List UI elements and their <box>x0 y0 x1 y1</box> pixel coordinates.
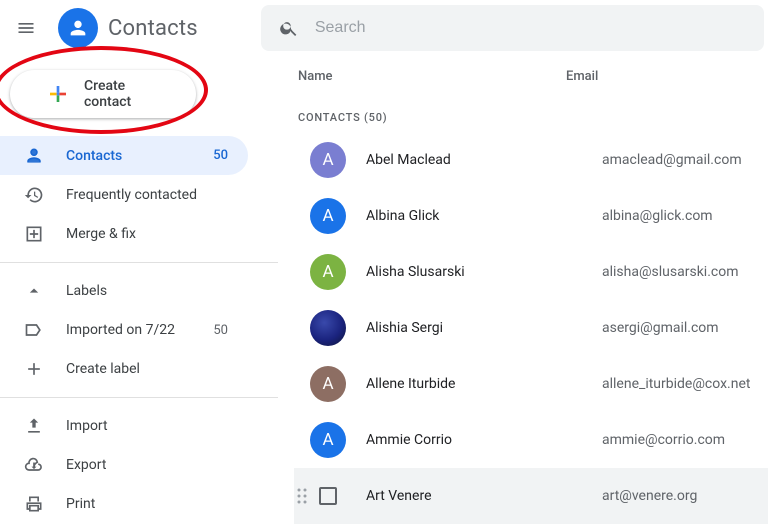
contact-row[interactable]: Art Venereart@venere.org <box>294 468 768 524</box>
contact-row[interactable]: A Abel Macleadamaclead@gmail.com <box>294 132 768 188</box>
contact-avatar: A <box>310 198 346 234</box>
main-menu-button[interactable] <box>14 16 38 40</box>
drag-handle-icon[interactable] <box>294 488 310 504</box>
sidebar-labels-header[interactable]: Labels <box>0 271 248 310</box>
column-email: Email <box>566 69 768 84</box>
search-icon <box>279 18 299 38</box>
contact-row[interactable]: A Albina Glickalbina@glick.com <box>294 188 768 244</box>
contact-avatar <box>310 310 346 346</box>
sidebar-item-label: Contacts <box>66 148 213 164</box>
sidebar-create-label[interactable]: Create label <box>0 350 248 389</box>
sidebar-item-label: Print <box>66 496 228 512</box>
merge-icon <box>24 224 44 244</box>
sidebar-item-label: Import <box>66 418 228 434</box>
sidebar-print[interactable]: Print <box>0 485 248 524</box>
contacts-logo <box>58 8 98 48</box>
export-icon <box>24 455 44 475</box>
contact-email: asergi@gmail.com <box>602 320 719 336</box>
contact-email: allene_iturbide@cox.net <box>602 376 750 392</box>
contact-name: Alisha Slusarski <box>366 264 602 280</box>
contact-row[interactable]: A Alisha Slusarskialisha@slusarski.com <box>294 244 768 300</box>
sidebar-item-label: Frequently contacted <box>66 187 228 203</box>
sidebar-item-label: Imported on 7/22 <box>66 322 213 338</box>
contact-name: Art Venere <box>366 488 602 504</box>
contact-name: Allene Iturbide <box>366 376 602 392</box>
contact-avatar: A <box>310 142 346 178</box>
contact-email: art@venere.org <box>602 488 697 504</box>
create-contact-button[interactable]: Create contact <box>10 70 196 118</box>
contact-name: Abel Maclead <box>366 152 602 168</box>
divider <box>0 397 278 398</box>
print-icon <box>24 494 44 514</box>
sidebar-item-frequently-contacted[interactable]: Frequently contacted <box>0 175 248 214</box>
sidebar-item-contacts[interactable]: Contacts 50 <box>0 136 248 175</box>
sidebar-item-count: 50 <box>213 148 228 163</box>
history-icon <box>24 185 44 205</box>
import-icon <box>24 416 44 436</box>
app-title: Contacts <box>108 16 198 41</box>
chevron-up-icon <box>24 281 44 301</box>
sidebar-import[interactable]: Import <box>0 406 248 445</box>
contact-row[interactable]: A Allene Iturbideallene_iturbide@cox.net <box>294 356 768 412</box>
create-contact-label: Create contact <box>84 78 174 110</box>
sidebar-item-label: Export <box>66 457 228 473</box>
section-heading: CONTACTS (50) <box>298 111 768 124</box>
sidebar-item-label: Merge & fix <box>66 226 228 242</box>
sidebar-item-label: Labels <box>66 283 228 299</box>
select-checkbox[interactable] <box>310 478 346 514</box>
contact-avatar: A <box>310 366 346 402</box>
plus-icon <box>24 359 44 379</box>
plus-icon <box>46 82 70 106</box>
sidebar-item-label: Create label <box>66 361 228 377</box>
search-input[interactable] <box>313 18 746 38</box>
contact-avatar: A <box>310 422 346 458</box>
contact-email: alisha@slusarski.com <box>602 264 739 280</box>
contact-email: amaclead@gmail.com <box>602 152 742 168</box>
contact-email: ammie@corrio.com <box>602 432 725 448</box>
person-icon <box>24 146 44 166</box>
sidebar-export[interactable]: Export <box>0 445 248 484</box>
contact-name: Albina Glick <box>366 208 602 224</box>
contact-name: Alishia Sergi <box>366 320 602 336</box>
sidebar-item-count: 50 <box>213 323 228 338</box>
contact-avatar: A <box>310 254 346 290</box>
contact-email: albina@glick.com <box>602 208 713 224</box>
sidebar-item-merge-fix[interactable]: Merge & fix <box>0 215 248 254</box>
column-name: Name <box>294 69 566 84</box>
contact-row[interactable]: A Ammie Corrioammie@corrio.com <box>294 412 768 468</box>
sidebar-label-item[interactable]: Imported on 7/22 50 <box>0 310 248 349</box>
contact-name: Ammie Corrio <box>366 432 602 448</box>
column-headers: Name Email <box>294 56 768 97</box>
divider <box>0 262 278 263</box>
label-icon <box>24 320 44 340</box>
contact-row[interactable]: Alishia Sergiasergi@gmail.com <box>294 300 768 356</box>
search-bar[interactable] <box>261 5 764 51</box>
